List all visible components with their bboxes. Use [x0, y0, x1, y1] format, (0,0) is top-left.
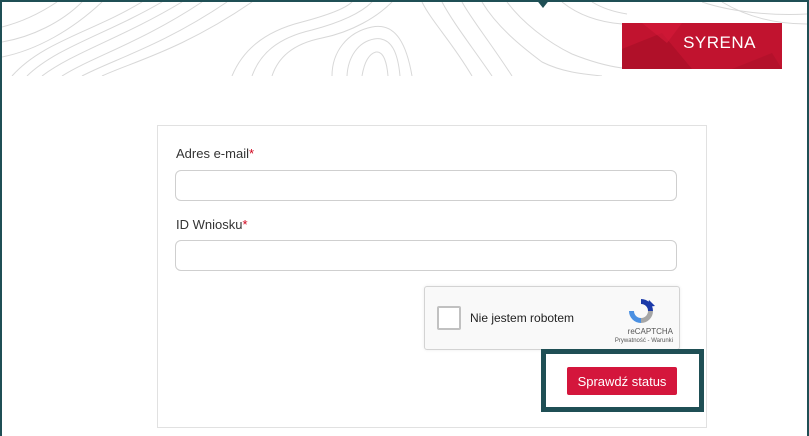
recaptcha-checkbox[interactable] [437, 306, 461, 330]
recaptcha-links[interactable]: Prywatność - Warunki [615, 338, 673, 344]
recaptcha-checkbox-label: Nie jestem robotem [470, 311, 575, 325]
application-id-label: ID Wniosku* [176, 217, 248, 232]
recaptcha-icon [629, 299, 655, 323]
caret-down-icon [535, 0, 551, 8]
email-label-text: Adres e-mail [176, 146, 249, 161]
required-mark: * [242, 217, 248, 232]
required-mark: * [248, 146, 255, 161]
brand-label: SYRENA [683, 33, 756, 52]
check-status-button[interactable]: Sprawdź status [567, 367, 677, 395]
recaptcha-brand: reCAPTCHA [627, 327, 673, 336]
brand-banner: SYRENA [622, 23, 782, 69]
email-label: Adres e-mail* [176, 146, 254, 161]
email-field[interactable] [175, 170, 677, 201]
recaptcha-widget: Nie jestem robotem reCAPTCHA Prywatność … [424, 286, 680, 350]
application-id-field[interactable] [175, 240, 677, 271]
application-id-label-text: ID Wniosku [176, 217, 243, 232]
